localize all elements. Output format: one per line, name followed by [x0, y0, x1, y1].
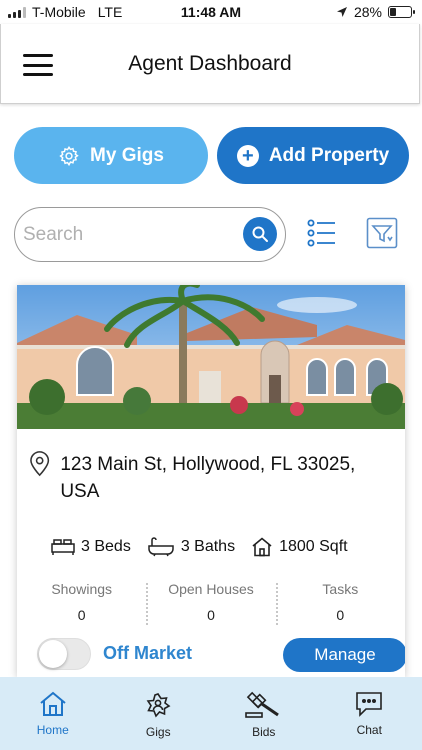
- stat-open-houses: Open Houses 0: [146, 581, 275, 625]
- list-view-button[interactable]: [305, 216, 339, 250]
- toggle-knob: [39, 640, 67, 668]
- plus-circle-icon: +: [236, 144, 259, 167]
- location-pin-icon: [30, 451, 50, 477]
- address-row: 123 Main St, Hollywood, FL 33025, USA: [29, 451, 389, 505]
- stat-value: 0: [77, 607, 86, 623]
- gavel-icon: [244, 691, 279, 718]
- stat-label: Tasks: [322, 581, 359, 597]
- my-gigs-label: My Gigs: [90, 144, 164, 166]
- baths-count: 3 Baths: [180, 538, 236, 555]
- market-toggle-row: Off Market Manage: [37, 638, 405, 674]
- gigs-icon: [146, 693, 171, 718]
- filter-icon: [366, 217, 398, 249]
- list-icon: [307, 219, 335, 247]
- house-icon: [252, 537, 272, 557]
- stat-label: Showings: [51, 581, 113, 597]
- baths-feature: 3 Baths: [147, 537, 235, 557]
- bottom-tab-bar: Home Gigs Bids Chat: [0, 677, 422, 750]
- page-title: Agent Dashboard: [128, 52, 292, 75]
- stat-value: 0: [336, 607, 345, 623]
- search-button[interactable]: [243, 217, 277, 251]
- property-card[interactable]: 123 Main St, Hollywood, FL 33025, USA 3 …: [17, 285, 405, 677]
- market-status-label: Off Market: [103, 643, 193, 663]
- stat-tasks: Tasks 0: [275, 581, 405, 625]
- beds-count: 3 Beds: [81, 538, 131, 555]
- location-arrow-icon: [336, 7, 347, 17]
- tab-bids[interactable]: Bids: [211, 677, 317, 750]
- property-features: 3 Beds 3 Baths 1800 Sqft: [51, 537, 391, 557]
- property-photo: [17, 285, 405, 429]
- home-icon: [40, 691, 66, 716]
- sqft-value: 1800 Sqft: [279, 538, 348, 555]
- search-icon: [252, 226, 268, 242]
- tab-label: Home: [36, 723, 69, 737]
- stat-label: Open Houses: [168, 581, 254, 597]
- tab-home[interactable]: Home: [0, 677, 106, 750]
- tab-label: Bids: [252, 725, 276, 739]
- tab-label: Chat: [356, 723, 382, 737]
- stat-value: 0: [207, 607, 215, 623]
- status-bar: T-Mobile LTE 11:48 AM 28%: [0, 0, 422, 24]
- status-right: 28%: [336, 4, 415, 20]
- search-bar: [14, 207, 286, 262]
- manage-button[interactable]: Manage: [283, 638, 405, 672]
- tab-label: Gigs: [145, 725, 171, 739]
- add-property-button[interactable]: + Add Property: [217, 127, 409, 184]
- sqft-feature: 1800 Sqft: [251, 537, 348, 557]
- battery-fill: [390, 8, 397, 16]
- property-address: 123 Main St, Hollywood, FL 33025, USA: [60, 454, 356, 502]
- app-header: Agent Dashboard: [0, 24, 420, 104]
- add-property-label: Add Property: [268, 144, 390, 166]
- gear-icon: [59, 145, 79, 166]
- market-status-toggle[interactable]: [37, 638, 91, 670]
- search-input[interactable]: [23, 218, 233, 252]
- tab-gigs[interactable]: Gigs: [106, 677, 212, 750]
- filter-button[interactable]: [365, 216, 399, 250]
- bed-icon: [51, 539, 75, 555]
- tab-chat[interactable]: Chat: [317, 677, 422, 750]
- bathtub-icon: [148, 537, 174, 557]
- my-gigs-button[interactable]: My Gigs: [14, 127, 208, 184]
- stat-showings: Showings 0: [17, 581, 146, 623]
- property-stats: Showings 0 Open Houses 0 Tasks 0: [17, 581, 405, 625]
- battery-icon: [388, 6, 415, 18]
- chat-icon: [356, 692, 383, 717]
- battery-percent: 28%: [353, 4, 382, 20]
- beds-feature: 3 Beds: [51, 538, 131, 556]
